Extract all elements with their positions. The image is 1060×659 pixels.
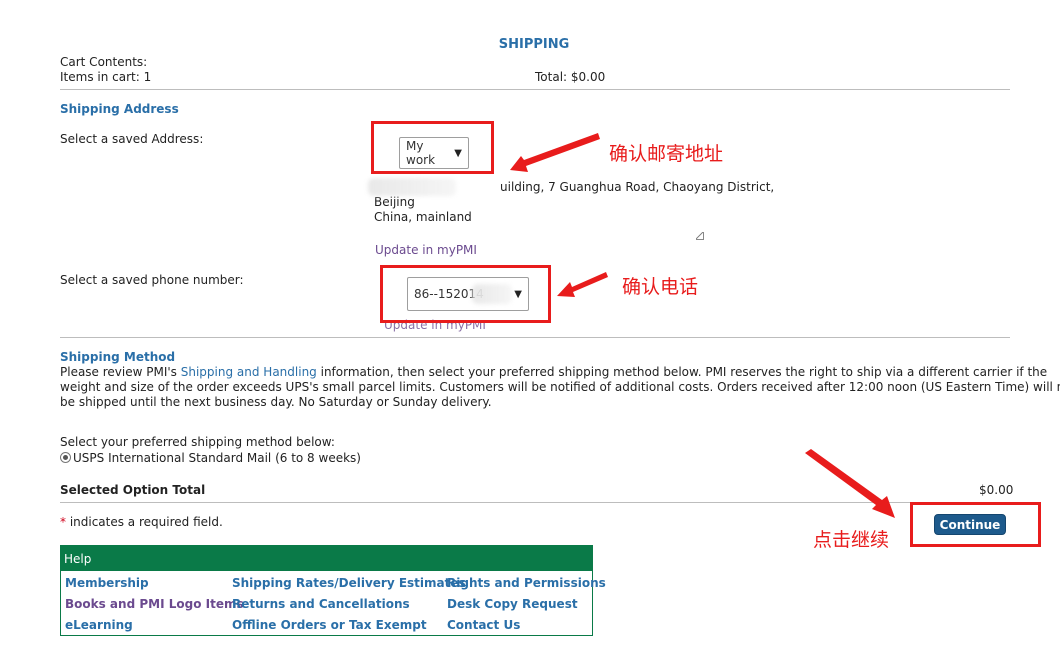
help-link-rights[interactable]: Rights and Permissions bbox=[447, 576, 606, 590]
help-heading: Help bbox=[61, 546, 592, 571]
help-link-membership[interactable]: Membership bbox=[65, 576, 149, 590]
arrow-icon bbox=[510, 133, 600, 172]
help-link-desk-copy[interactable]: Desk Copy Request bbox=[447, 597, 578, 611]
help-link-contact[interactable]: Contact Us bbox=[447, 618, 520, 632]
arrow-icon bbox=[805, 449, 895, 518]
help-link-books[interactable]: Books and PMI Logo Items bbox=[65, 597, 244, 611]
annotation-confirm-phone: 确认电话 bbox=[622, 276, 699, 298]
arrow-icon bbox=[557, 272, 608, 297]
help-link-returns[interactable]: Returns and Cancellations bbox=[232, 597, 410, 611]
help-link-elearning[interactable]: eLearning bbox=[65, 618, 133, 632]
help-panel: Help Membership Books and PMI Logo Items… bbox=[60, 545, 606, 636]
annotation-click-continue: 点击继续 bbox=[813, 529, 890, 551]
help-link-shipping-rates[interactable]: Shipping Rates/Delivery Estimates bbox=[232, 576, 466, 590]
help-link-offline-orders[interactable]: Offline Orders or Tax Exempt bbox=[232, 618, 427, 632]
annotation-confirm-address: 确认邮寄地址 bbox=[609, 143, 724, 165]
